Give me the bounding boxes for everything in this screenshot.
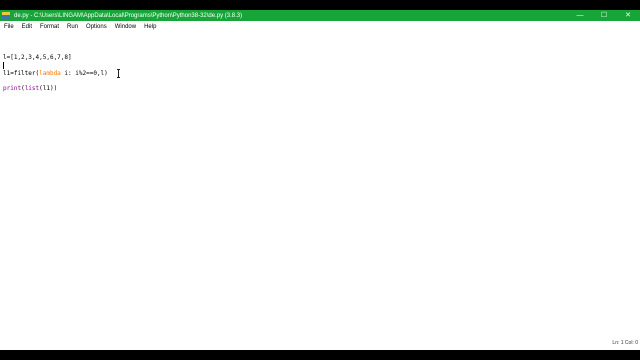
menu-file[interactable]: File — [0, 24, 18, 30]
menu-run[interactable]: Run — [63, 24, 82, 30]
menu-options[interactable]: Options — [82, 24, 111, 30]
title-bar: de.py - C:\Users\LINGAM\AppData\Local\Pr… — [0, 10, 640, 21]
menu-edit[interactable]: Edit — [18, 24, 36, 30]
menu-window[interactable]: Window — [111, 24, 140, 30]
builtin-list: list — [24, 85, 40, 92]
close-button[interactable]: ✕ — [616, 10, 640, 21]
window-title: de.py - C:\Users\LINGAM\AppData\Local\Pr… — [14, 12, 243, 19]
menu-help[interactable]: Help — [140, 24, 160, 30]
bottom-letterbox — [0, 350, 640, 360]
menu-format[interactable]: Format — [36, 24, 63, 30]
status-position: Ln: 1 Col: 0 — [612, 340, 638, 346]
code-text: i: i%2==0,l) — [60, 70, 108, 77]
python-idle-icon — [2, 11, 10, 20]
text-cursor — [3, 62, 4, 69]
builtin-print: print — [3, 85, 22, 92]
code-line-3: print(list(l1)) — [3, 85, 57, 92]
window-controls: — ☐ ✕ — [568, 10, 640, 21]
code-line-1: l=[1,2,3,4,5,6,7,8] — [3, 54, 72, 61]
code-text: l1=filter( — [3, 70, 40, 77]
minimize-button[interactable]: — — [568, 10, 592, 21]
code-text: (l1)) — [39, 85, 58, 92]
keyword-lambda: lambda — [39, 70, 61, 77]
code-line-2: l1=filter(lambda i: i%2==0,l) — [3, 70, 108, 77]
code-text: l=[1,2,3,4,5,6,7,8] — [3, 54, 72, 61]
maximize-button[interactable]: ☐ — [592, 10, 616, 21]
code-editor[interactable]: l=[1,2,3,4,5,6,7,8] l1=filter(lambda i: … — [0, 32, 640, 350]
ibeam-cursor-icon — [117, 69, 120, 78]
